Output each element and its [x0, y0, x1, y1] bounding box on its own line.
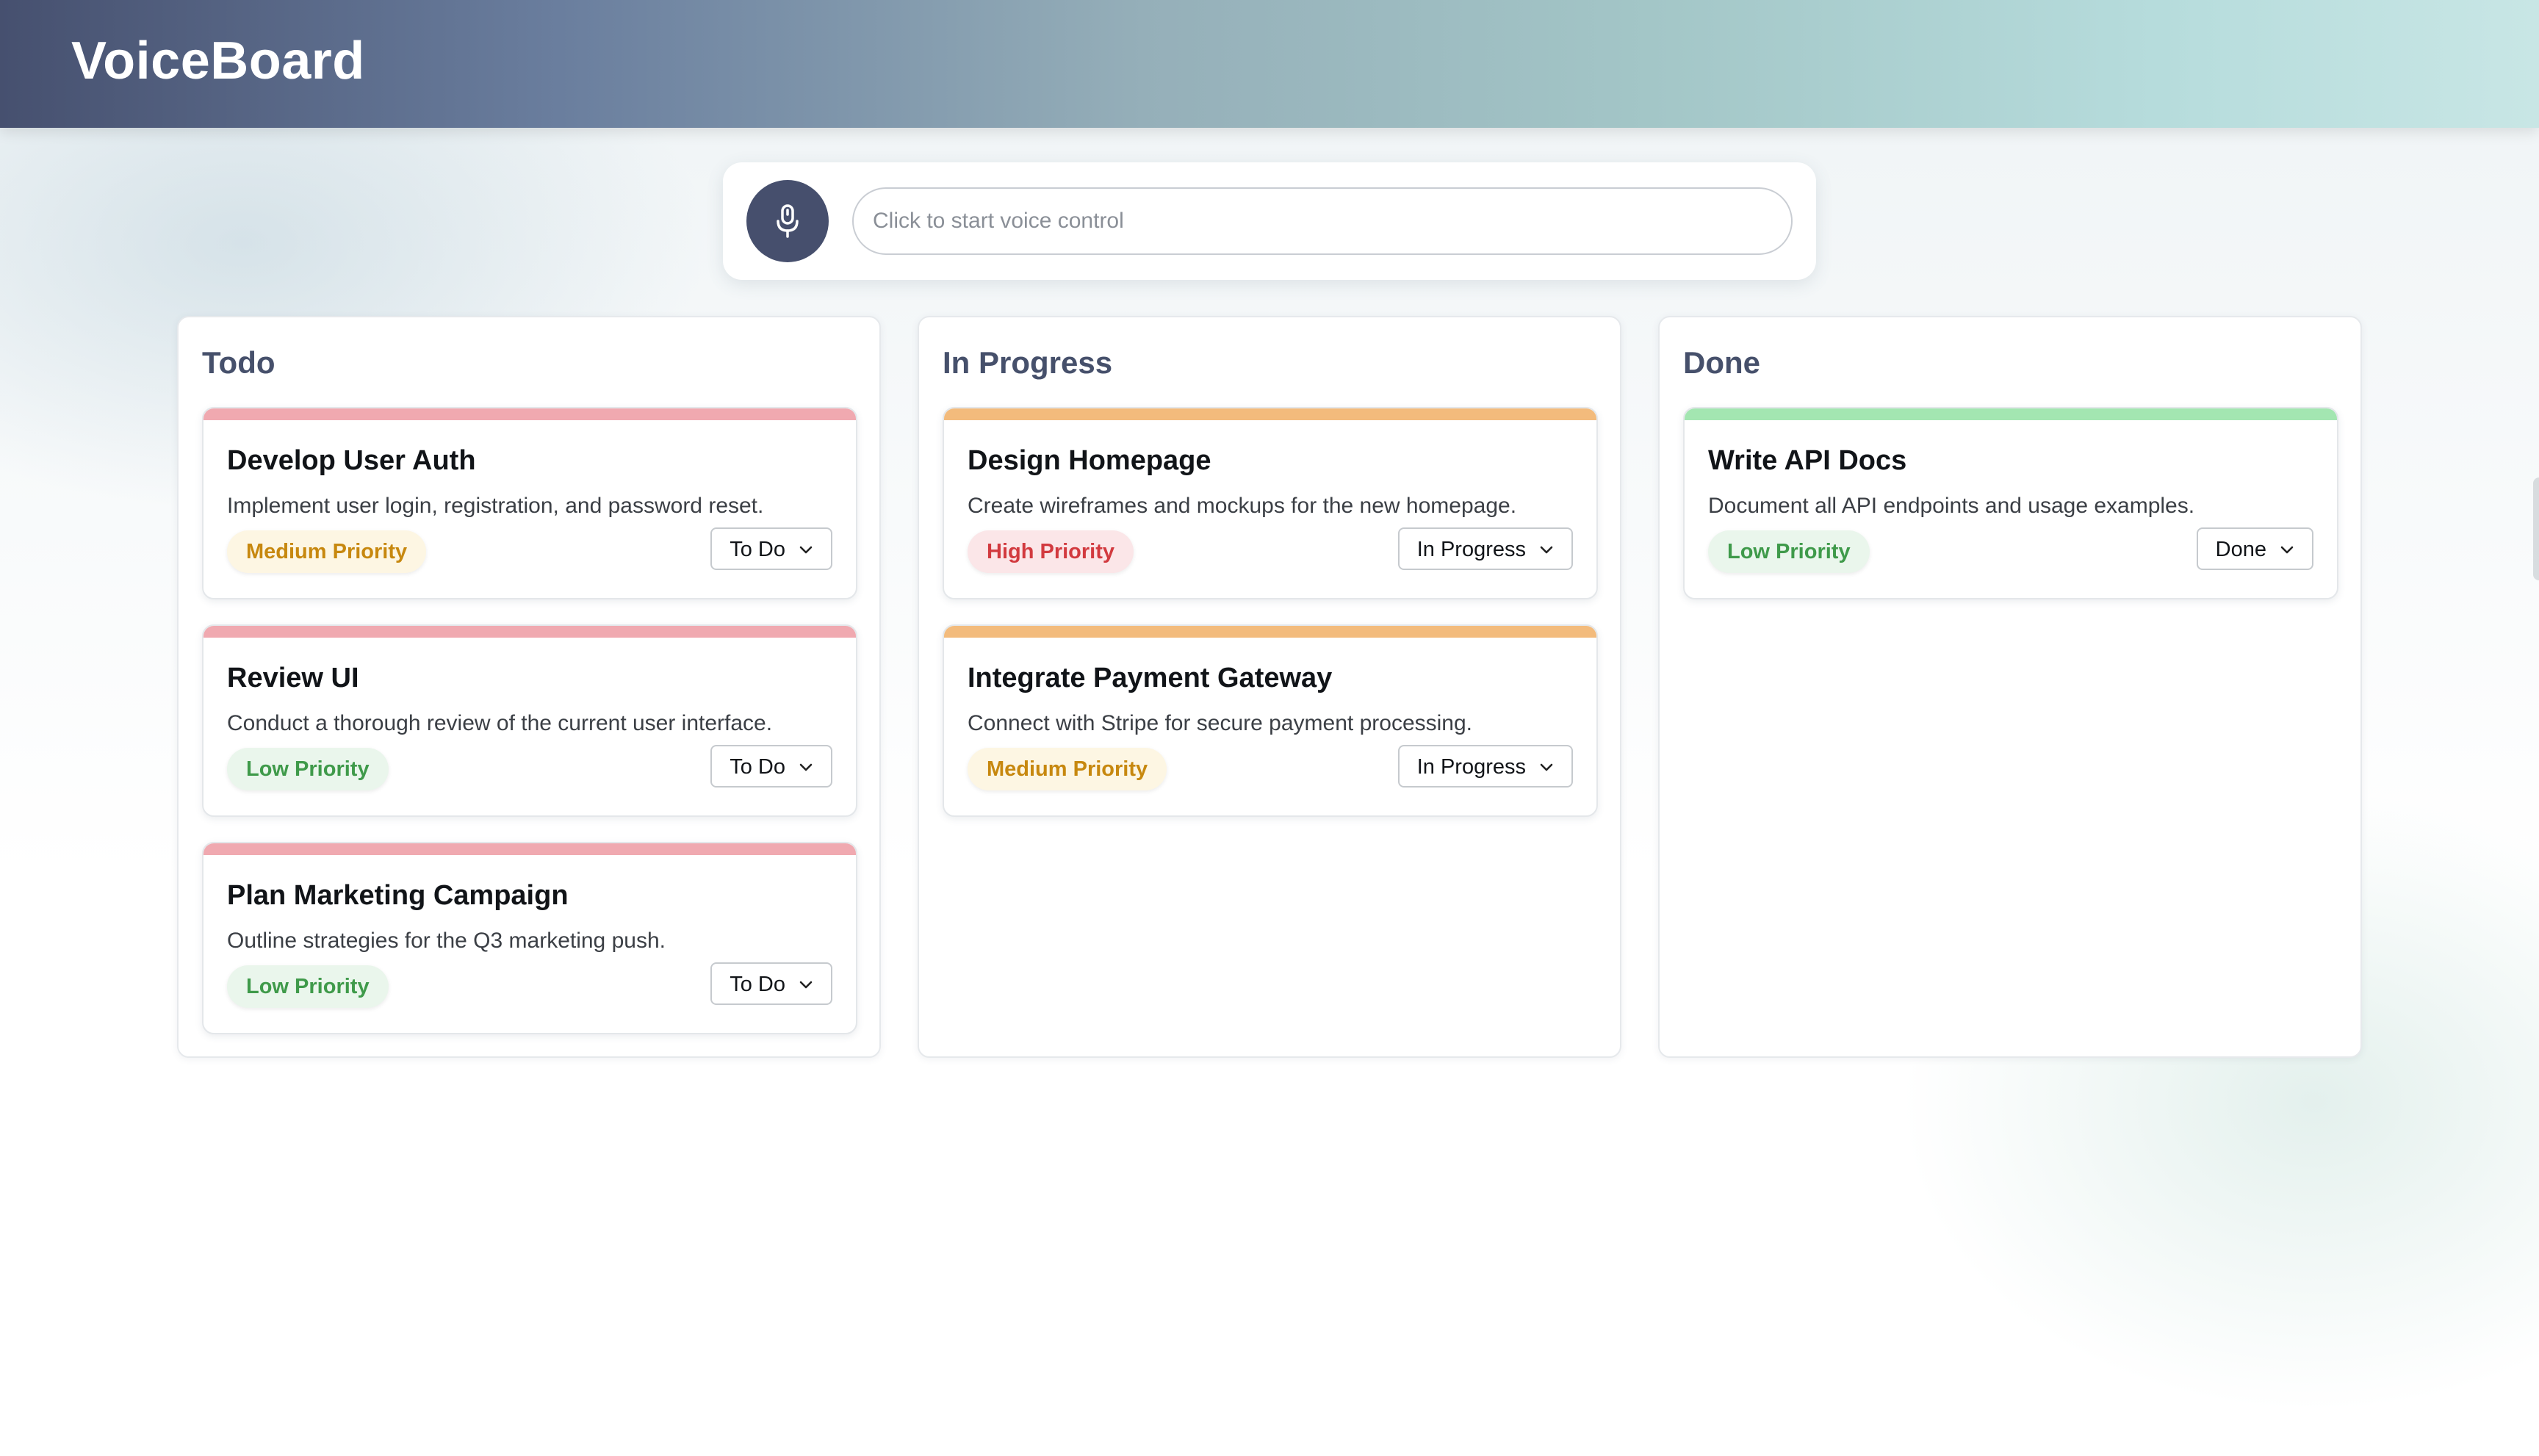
status-value: Done	[2215, 538, 2266, 561]
voice-control-bar	[723, 162, 1816, 280]
status-value: To Do	[730, 538, 785, 561]
status-dropdown[interactable]: Done	[2196, 527, 2313, 570]
card-description: Document all API endpoints and usage exa…	[1708, 494, 2195, 518]
scroll-edge-indicator	[2533, 477, 2539, 580]
app-header: VoiceBoard	[0, 0, 2539, 128]
card-stripe	[204, 408, 856, 420]
chevron-down-icon	[799, 763, 813, 771]
column-in-progress: In Progress Design Homepage Create wiref…	[918, 316, 1621, 1058]
card-title: Design Homepage	[968, 445, 1211, 476]
card-description: Implement user login, registration, and …	[227, 494, 764, 518]
task-card[interactable]: Write API Docs Document all API endpoint…	[1683, 407, 2338, 599]
task-card[interactable]: Plan Marketing Campaign Outline strategi…	[202, 842, 857, 1034]
column-done: Done Write API Docs Document all API end…	[1658, 316, 2362, 1058]
column-title: Done	[1683, 345, 1760, 380]
priority-badge: High Priority	[968, 530, 1134, 573]
card-description: Create wireframes and mockups for the ne…	[968, 494, 1517, 518]
chevron-down-icon	[799, 546, 813, 554]
status-dropdown[interactable]: In Progress	[1397, 527, 1573, 570]
chevron-down-icon	[2280, 546, 2294, 554]
card-title: Develop User Auth	[227, 445, 476, 476]
voice-input[interactable]	[852, 187, 1793, 255]
priority-badge: Low Priority	[1708, 530, 1870, 573]
chevron-down-icon	[1540, 763, 1553, 771]
priority-badge: Low Priority	[227, 965, 389, 1008]
card-stripe	[204, 626, 856, 638]
card-stripe	[204, 843, 856, 855]
card-description: Connect with Stripe for secure payment p…	[968, 711, 1472, 735]
column-title: In Progress	[943, 345, 1113, 380]
card-description: Conduct a thorough review of the current…	[227, 711, 773, 735]
card-title: Review UI	[227, 663, 359, 693]
task-card[interactable]: Design Homepage Create wireframes and mo…	[943, 407, 1598, 599]
chevron-down-icon	[799, 981, 813, 989]
column-todo: Todo Develop User Auth Implement user lo…	[177, 316, 881, 1058]
card-stripe	[944, 408, 1596, 420]
status-value: In Progress	[1416, 755, 1526, 779]
card-stripe	[1685, 408, 2337, 420]
status-dropdown[interactable]: To Do	[710, 745, 832, 788]
task-card[interactable]: Integrate Payment Gateway Connect with S…	[943, 624, 1598, 817]
chevron-down-icon	[1540, 546, 1553, 554]
priority-badge: Low Priority	[227, 748, 389, 790]
app-title: VoiceBoard	[71, 32, 365, 90]
status-dropdown[interactable]: To Do	[710, 962, 832, 1005]
status-value: To Do	[730, 973, 785, 996]
column-title: Todo	[202, 345, 275, 380]
status-value: In Progress	[1416, 538, 1526, 561]
card-title: Write API Docs	[1708, 445, 1907, 476]
status-dropdown[interactable]: To Do	[710, 527, 832, 570]
task-card[interactable]: Develop User Auth Implement user login, …	[202, 407, 857, 599]
mic-button[interactable]	[746, 180, 829, 262]
card-title: Plan Marketing Campaign	[227, 880, 569, 911]
card-title: Integrate Payment Gateway	[968, 663, 1333, 693]
card-stripe	[944, 626, 1596, 638]
microphone-icon	[777, 204, 799, 238]
task-card[interactable]: Review UI Conduct a thorough review of t…	[202, 624, 857, 817]
priority-badge: Medium Priority	[968, 748, 1167, 790]
status-dropdown[interactable]: In Progress	[1397, 745, 1573, 788]
card-description: Outline strategies for the Q3 marketing …	[227, 929, 666, 953]
priority-badge: Medium Priority	[227, 530, 427, 573]
status-value: To Do	[730, 755, 785, 779]
